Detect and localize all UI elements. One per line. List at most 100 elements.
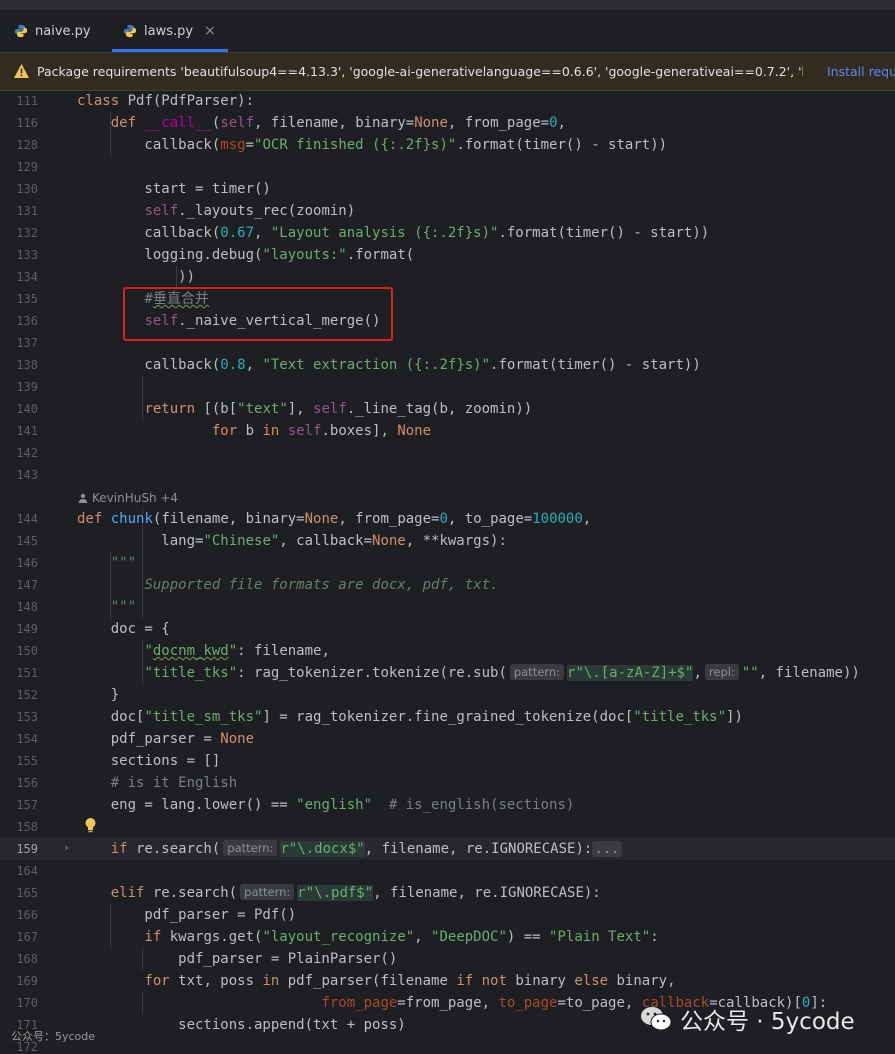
- line-number: 149: [16, 622, 38, 636]
- line-number: 152: [16, 688, 38, 702]
- line-number: 144: [16, 512, 38, 526]
- line-number: 131: [16, 204, 38, 218]
- line-number: 116: [16, 116, 38, 130]
- line-number: 137: [16, 336, 38, 350]
- code-text: eng = lang.lower() == "english" # is_eng…: [77, 797, 575, 813]
- code-text: for b in self.boxes], None: [211, 423, 432, 439]
- code-text: sections.append(txt + poss): [77, 1017, 406, 1033]
- code-text: if kwargs.get("layout_recognize", "DeepD…: [144, 929, 659, 945]
- code-text: doc = {: [77, 621, 170, 637]
- line-number: 111: [16, 94, 38, 108]
- code-text: }: [77, 687, 120, 703]
- package-requirements-banner: Package requirements 'beautifulsoup4==4.…: [0, 53, 895, 91]
- inlay-hint: repl:: [704, 664, 739, 680]
- code-line: 146 """: [0, 552, 895, 574]
- watermark-text: 公众号 · 5ycode: [680, 1009, 855, 1035]
- code-text: class Pdf(PdfParser):: [77, 93, 255, 109]
- tab-label: laws.py: [144, 23, 194, 39]
- code-line: 130 start = timer(): [0, 178, 895, 200]
- code-editor[interactable]: 111 class Pdf(PdfParser): 116 def __call_…: [0, 90, 895, 1054]
- code-line: 145 lang="Chinese", callback=None, **kwa…: [0, 530, 895, 552]
- code-line: 142: [0, 442, 895, 464]
- code-line: 167 if kwargs.get("layout_recognize", "D…: [0, 926, 895, 948]
- code-line: 157 eng = lang.lower() == "english" # is…: [0, 794, 895, 816]
- code-line: 134 )): [0, 266, 895, 288]
- code-line: 116 def __call__(self, filename, binary=…: [0, 112, 895, 134]
- code-line: 155 sections = []: [0, 750, 895, 772]
- line-number: 140: [16, 402, 38, 416]
- line-number: 150: [16, 644, 38, 658]
- line-number: 147: [16, 578, 38, 592]
- lightbulb-icon[interactable]: [84, 817, 97, 833]
- code-vision-author-hint[interactable]: KevinHuSh +4: [78, 490, 178, 506]
- code-text: for txt, poss in pdf_parser(filename if …: [144, 973, 676, 989]
- code-line: 164: [0, 860, 895, 882]
- code-text: )): [77, 269, 196, 285]
- code-text: pdf_parser = None: [77, 731, 255, 747]
- code-text: def __call__(self, filename, binary=None…: [110, 115, 566, 131]
- folded-code-placeholder[interactable]: ...: [592, 841, 622, 857]
- line-number: 151: [16, 666, 38, 680]
- line-number: 157: [16, 798, 38, 812]
- wechat-icon: [641, 1007, 672, 1031]
- line-number: 169: [16, 974, 38, 988]
- code-text: # is it English: [110, 775, 238, 791]
- tab-laws-py[interactable]: laws.py ×: [112, 10, 228, 52]
- code-text: callback(0.67, "Layout analysis ({:.2f}s…: [77, 225, 710, 241]
- code-text: def chunk(filename, binary=None, from_pa…: [77, 511, 592, 527]
- code-line: 168 pdf_parser = PlainParser(): [0, 948, 895, 970]
- code-text: doc["title_sm_tks"] = rag_tokenizer.fine…: [77, 709, 743, 725]
- code-text: """: [110, 599, 137, 615]
- code-line: 138 callback(0.8, "Text extraction ({:.2…: [0, 354, 895, 376]
- line-number: 148: [16, 600, 38, 614]
- code-text: callback(msg="OCR finished ({:.2f}s)".fo…: [77, 137, 668, 153]
- chevron-right-icon[interactable]: ›: [63, 841, 70, 854]
- code-line: 133 logging.debug("layouts:".format(: [0, 244, 895, 266]
- code-line: 132 callback(0.67, "Layout analysis ({:.…: [0, 222, 895, 244]
- line-number: 154: [16, 732, 38, 746]
- warning-icon: [14, 64, 29, 78]
- code-line: 128 callback(msg="OCR finished ({:.2f}s)…: [0, 134, 895, 156]
- code-line: 111 class Pdf(PdfParser):: [0, 90, 895, 112]
- code-line: 147 Supported file formats are docx, pdf…: [0, 574, 895, 596]
- code-text: sections = []: [77, 753, 221, 769]
- code-line: 158: [0, 816, 895, 838]
- tab-naive-py[interactable]: naive.py: [14, 10, 91, 52]
- code-line: 152 }: [0, 684, 895, 706]
- code-text: Supported file formats are docx, pdf, tx…: [144, 577, 499, 593]
- code-text: logging.debug("layouts:".format(: [77, 247, 415, 263]
- code-text: pdf_parser = Pdf(): [77, 907, 297, 923]
- person-icon: [78, 493, 88, 503]
- line-number: 170: [16, 996, 38, 1010]
- line-number: 158: [16, 820, 38, 834]
- line-number: 142: [16, 446, 38, 460]
- line-number: 138: [16, 358, 38, 372]
- line-number: 141: [16, 424, 38, 438]
- inlay-hint: pattern:: [240, 884, 295, 900]
- code-line: 131 self._layouts_rec(zoomin): [0, 200, 895, 222]
- watermark: 公众号 · 5ycode: [640, 1003, 855, 1035]
- banner-message: Package requirements 'beautifulsoup4==4.…: [37, 64, 803, 79]
- code-line: 169 for txt, poss in pdf_parser(filename…: [0, 970, 895, 992]
- code-text: """: [110, 555, 137, 571]
- author-hint-text: KevinHuSh +4: [92, 491, 179, 505]
- code-line: 165 elif re.search(pattern: r"\.pdf$", fi…: [0, 882, 895, 904]
- code-line: 141 for b in self.boxes], None: [0, 420, 895, 442]
- code-text: self._layouts_rec(zoomin): [144, 203, 356, 219]
- line-number: 167: [16, 930, 38, 944]
- inlay-hint: pattern:: [509, 664, 565, 680]
- code-line: 149 doc = {: [0, 618, 895, 640]
- line-number: 165: [16, 886, 38, 900]
- code-line: 172: [0, 1036, 895, 1054]
- code-line: 150 "docnm_kwd": filename,: [0, 640, 895, 662]
- line-number: 164: [16, 864, 38, 878]
- line-number: 145: [16, 534, 38, 548]
- close-icon[interactable]: ×: [204, 23, 216, 39]
- line-number: 133: [16, 248, 38, 262]
- line-number: 134: [16, 270, 38, 284]
- code-text: callback(0.8, "Text extraction ({:.2f}s)…: [77, 357, 701, 373]
- line-number: 128: [16, 138, 38, 152]
- line-number: 166: [16, 908, 38, 922]
- install-requirements-link[interactable]: Install requi: [827, 64, 895, 79]
- code-text: start = timer(): [77, 181, 271, 197]
